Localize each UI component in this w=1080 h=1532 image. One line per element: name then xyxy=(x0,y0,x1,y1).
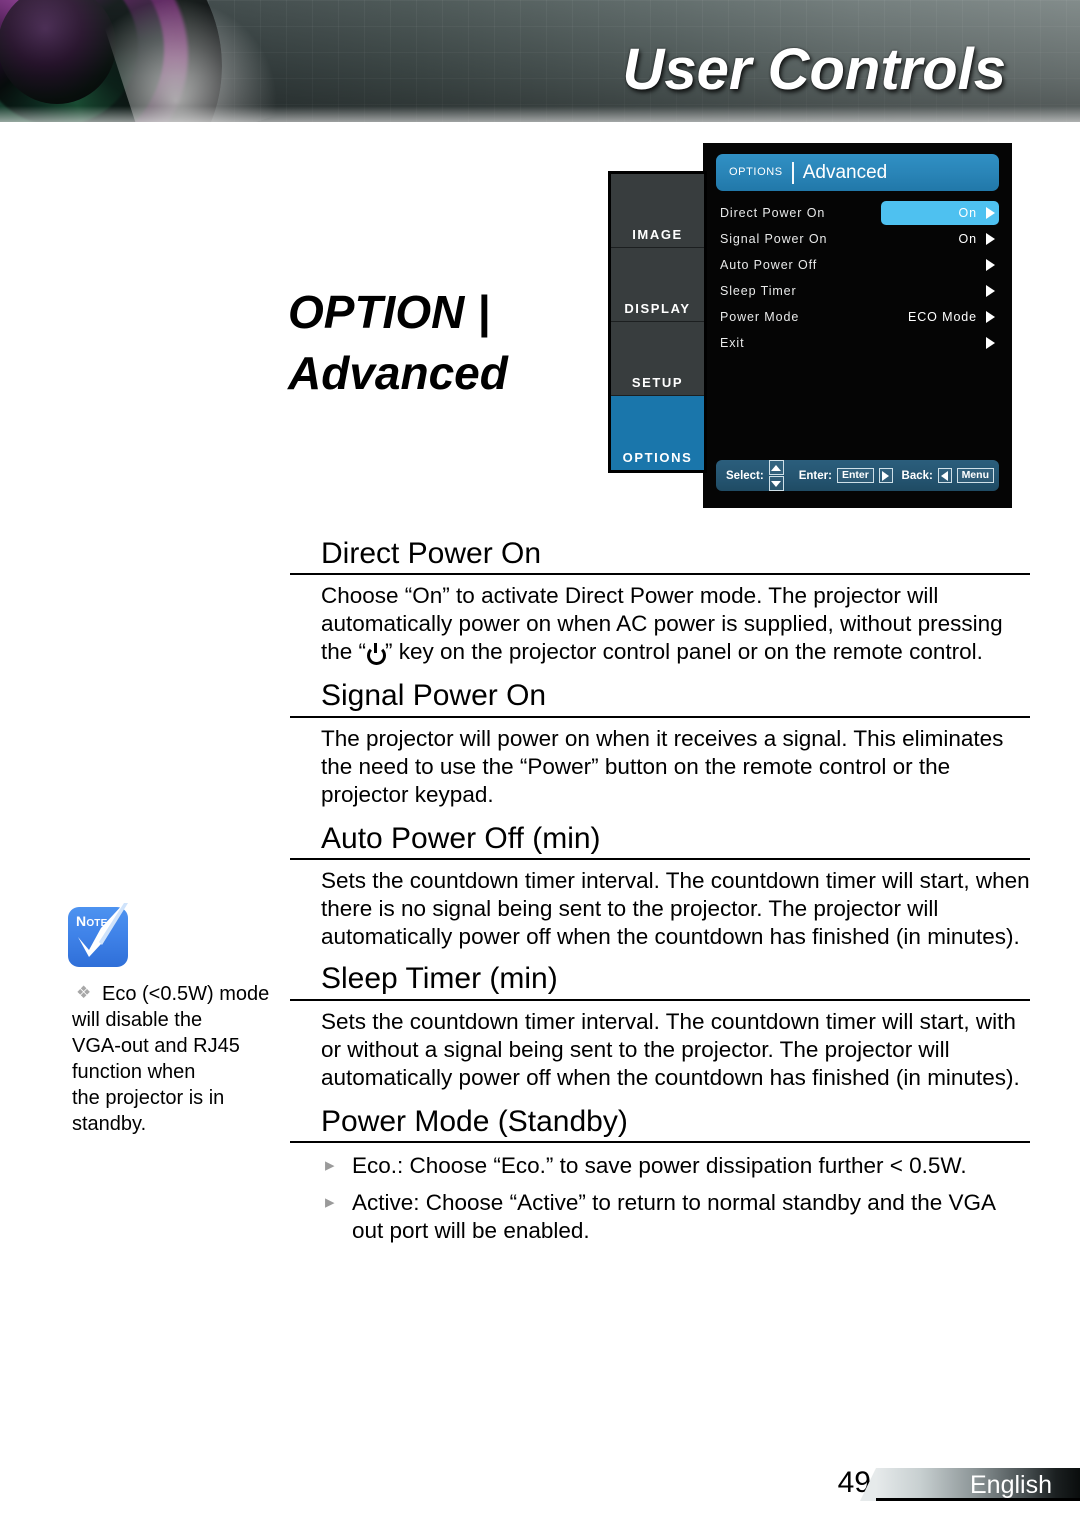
arrow-left-icon[interactable] xyxy=(937,468,952,483)
osd-select-label: Select: xyxy=(726,469,764,482)
osd-tab-options[interactable]: OPTIONS xyxy=(611,396,704,470)
osd-tab-setup[interactable]: SETUP xyxy=(611,322,704,396)
chevron-right-icon xyxy=(986,259,995,271)
section-heading: Power Mode (Standby) xyxy=(290,1104,1030,1143)
content-sections: Direct Power On Choose “On” to activate … xyxy=(290,536,1030,1254)
section-body: Sets the countdown timer interval. The c… xyxy=(290,1001,1030,1092)
osd-menu-screenshot: OPTIONS Advanced Direct Power On On Sign… xyxy=(608,143,1012,508)
osd-help-bar: Select: Enter: Enter Back: Menu xyxy=(716,460,999,491)
osd-tab-label: OPTIONS xyxy=(622,450,693,465)
section-power-mode-standby: Power Mode (Standby) ▸ Eco.: Choose “Eco… xyxy=(290,1104,1030,1245)
osd-row-label: Signal Power On xyxy=(720,232,828,246)
power-symbol-icon xyxy=(366,643,387,666)
osd-row-exit[interactable]: Exit xyxy=(716,330,999,356)
chevron-right-icon xyxy=(986,233,995,245)
section-sleep-timer: Sleep Timer (min) Sets the countdown tim… xyxy=(290,961,1030,1091)
arrow-down-icon[interactable] xyxy=(768,476,784,491)
osd-row-label: Auto Power Off xyxy=(720,258,818,272)
bullet-marker-icon: ▸ xyxy=(325,1154,335,1176)
osd-title-separator xyxy=(791,161,794,184)
osd-row-value-group: On xyxy=(959,227,999,251)
osd-row-value: On xyxy=(958,232,977,246)
osd-row-auto-power-off[interactable]: Auto Power Off xyxy=(716,252,999,278)
osd-row-value: On xyxy=(958,206,977,220)
osd-tab-label: IMAGE xyxy=(632,227,683,242)
osd-menu-rows: Direct Power On On Signal Power On On Au… xyxy=(716,200,999,356)
page-footer: 49 English xyxy=(0,1464,1080,1504)
page-header-banner: User Controls xyxy=(0,0,1080,122)
osd-back-label: Back: xyxy=(901,469,933,482)
list-item: ▸ Active: Choose “Active” to return to n… xyxy=(321,1189,1030,1245)
bullet-text: Active: Choose “Active” to return to nor… xyxy=(352,1189,995,1243)
section-signal-power-on: Signal Power On The projector will power… xyxy=(290,678,1030,808)
osd-row-value-group: On xyxy=(881,201,999,225)
osd-enter-label: Enter: xyxy=(798,469,832,482)
osd-row-value-group xyxy=(977,253,999,277)
section-body: Sets the countdown timer interval. The c… xyxy=(290,860,1030,951)
osd-tab-label: SETUP xyxy=(631,375,684,390)
chevron-right-icon xyxy=(986,285,995,297)
osd-tab-image[interactable]: IMAGE xyxy=(611,174,704,248)
chevron-right-icon xyxy=(986,337,995,349)
osd-row-label: Exit xyxy=(720,336,745,350)
osd-row-value-group xyxy=(977,331,999,355)
osd-row-label: Power Mode xyxy=(720,310,800,324)
section-paragraph: The projector will power on when it rece… xyxy=(321,725,1004,807)
menu-key-icon[interactable]: Menu xyxy=(956,467,994,484)
osd-row-sleep-timer[interactable]: Sleep Timer xyxy=(716,278,999,304)
osd-main-panel: OPTIONS Advanced Direct Power On On Sign… xyxy=(703,143,1012,508)
section-heading: Direct Power On xyxy=(290,536,1030,576)
section-heading: Sleep Timer (min) xyxy=(290,961,1030,1001)
section-paragraph: Sets the countdown timer interval. The c… xyxy=(321,868,1030,950)
bullet-marker-icon: ▸ xyxy=(325,1191,335,1213)
chevron-right-icon xyxy=(986,207,995,219)
note-bullet-icon: ❖ xyxy=(76,983,92,1002)
language-label: English xyxy=(970,1471,1052,1499)
osd-titlebar: OPTIONS Advanced xyxy=(716,154,999,191)
osd-row-power-mode[interactable]: Power Mode ECO Mode xyxy=(716,304,999,330)
osd-row-direct-power-on[interactable]: Direct Power On On xyxy=(716,200,999,226)
page-title: OPTION | Advanced xyxy=(288,286,508,400)
osd-title-category: OPTIONS xyxy=(729,166,783,178)
section-auto-power-off: Auto Power Off (min) Sets the countdown … xyxy=(290,821,1030,951)
arrow-up-icon[interactable] xyxy=(768,460,784,475)
osd-row-label: Sleep Timer xyxy=(720,284,797,298)
osd-row-value: ECO Mode xyxy=(907,310,977,324)
arrow-right-icon[interactable] xyxy=(878,468,893,483)
section-direct-power-on: Direct Power On Choose “On” to activate … xyxy=(290,536,1030,666)
osd-row-label: Direct Power On xyxy=(720,206,826,220)
osd-row-signal-power-on[interactable]: Signal Power On On xyxy=(716,226,999,252)
note-icon: NOTE xyxy=(68,901,134,967)
osd-sidebar: IMAGE DISPLAY SETUP OPTIONS xyxy=(608,171,707,473)
section-body: Choose “On” to activate Direct Power mod… xyxy=(290,575,1030,666)
osd-tab-display[interactable]: DISPLAY xyxy=(611,248,704,322)
chevron-right-icon xyxy=(986,311,995,323)
note-text-block: ❖ Eco (<0.5W) mode will disable the VGA-… xyxy=(72,981,287,1137)
osd-title-name: Advanced xyxy=(802,162,888,183)
section-bullet-list: ▸ Eco.: Choose “Eco.” to save power diss… xyxy=(290,1143,1030,1245)
checkmark-icon xyxy=(78,901,128,957)
osd-tab-label: DISPLAY xyxy=(624,301,691,316)
list-item: ▸ Eco.: Choose “Eco.” to save power diss… xyxy=(321,1152,1030,1180)
header-title: User Controls xyxy=(622,37,1006,102)
header-bottom-fade xyxy=(0,106,1080,122)
section-paragraph: Sets the countdown timer interval. The c… xyxy=(321,1008,1020,1090)
enter-key-icon[interactable]: Enter xyxy=(836,467,874,484)
section-body: The projector will power on when it rece… xyxy=(290,718,1030,809)
note-text: Eco (<0.5W) mode will disable the VGA-ou… xyxy=(72,983,270,1135)
section-text-part2: ” key on the projector control panel or … xyxy=(385,639,983,665)
section-heading: Auto Power Off (min) xyxy=(290,821,1030,861)
section-heading: Signal Power On xyxy=(290,678,1030,718)
osd-row-value-group xyxy=(977,279,999,303)
osd-row-value-group: ECO Mode xyxy=(908,305,999,329)
bullet-text: Eco.: Choose “Eco.” to save power dissip… xyxy=(352,1152,967,1178)
select-arrows-group xyxy=(768,460,789,491)
